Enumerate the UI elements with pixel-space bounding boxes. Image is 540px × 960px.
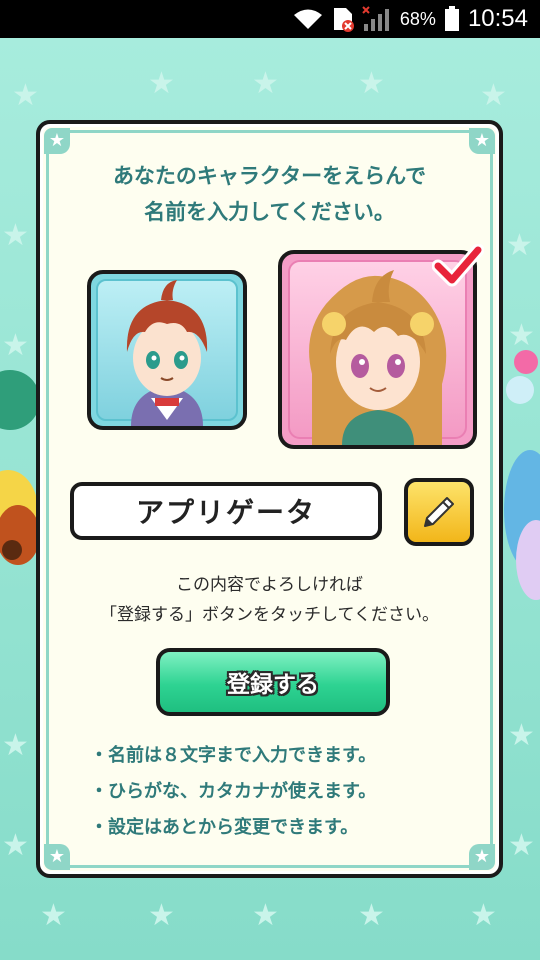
boy-portrait (126, 280, 208, 426)
register-button[interactable]: 登録する (156, 648, 390, 716)
sim-error-icon (332, 6, 354, 32)
note-item: ・ひらがな、カタカナが使えます。 (90, 781, 377, 802)
confirm-line-2: 「登録する」ボタンをタッチしてください。 (100, 605, 439, 625)
name-field[interactable]: アプリゲータ (70, 482, 382, 540)
star-icon: ★ (470, 898, 497, 933)
corner-star-icon: ★ (469, 844, 495, 870)
star-icon: ★ (508, 318, 535, 353)
star-icon: ★ (358, 66, 385, 101)
corner-star-icon: ★ (44, 844, 70, 870)
pencil-icon (424, 497, 454, 527)
confirm-line-1: この内容でよろしければ (176, 575, 363, 595)
notes-list: ・名前は８文字まで入力できます。 ・ひらがな、カタカナが使えます。 ・設定はあと… (90, 738, 376, 846)
side-monster-right (504, 350, 540, 600)
selected-check-icon (432, 244, 484, 287)
star-icon: ★ (2, 328, 29, 363)
star-icon: ★ (480, 78, 507, 113)
dialog-title: あなたのキャラクターをえらんで 名前を入力してください。 (40, 158, 499, 230)
edit-name-button[interactable] (404, 478, 474, 546)
star-icon: ★ (252, 898, 279, 933)
clock: 10:54 (467, 5, 528, 32)
star-icon: ★ (2, 828, 29, 863)
star-icon: ★ (12, 78, 39, 113)
battery-percent: 68% (399, 8, 436, 29)
wifi-icon (292, 8, 324, 30)
star-icon: ★ (40, 898, 67, 933)
star-icon: ★ (508, 828, 535, 863)
side-monster-left (0, 370, 40, 565)
character-select-dialog: ★ ★ ★ ★ あなたのキャラクターをえらんで 名前を入力してください。 アプリ… (36, 120, 503, 878)
star-icon: ★ (358, 898, 385, 933)
dialog-title-line-2: 名前を入力してください。 (144, 200, 395, 224)
character-boy-option[interactable] (87, 270, 247, 430)
star-icon: ★ (252, 66, 279, 101)
status-bar: 68% 10:54 (0, 0, 540, 38)
battery-icon (444, 6, 460, 32)
note-item: ・名前は８文字まで入力できます。 (90, 745, 377, 766)
star-icon: ★ (148, 66, 175, 101)
note-item: ・設定はあとから変更できます。 (90, 817, 359, 838)
confirm-instructions: この内容でよろしければ 「登録する」ボタンをタッチしてください。 (40, 570, 499, 630)
dialog-title-line-1: あなたのキャラクターをえらんで (112, 164, 427, 188)
signal-no-data-icon (362, 6, 392, 32)
star-icon: ★ (506, 228, 533, 263)
corner-star-icon: ★ (44, 128, 70, 154)
corner-star-icon: ★ (469, 128, 495, 154)
star-icon: ★ (2, 728, 29, 763)
star-icon: ★ (508, 718, 535, 753)
star-icon: ★ (2, 218, 29, 253)
star-icon: ★ (148, 898, 175, 933)
